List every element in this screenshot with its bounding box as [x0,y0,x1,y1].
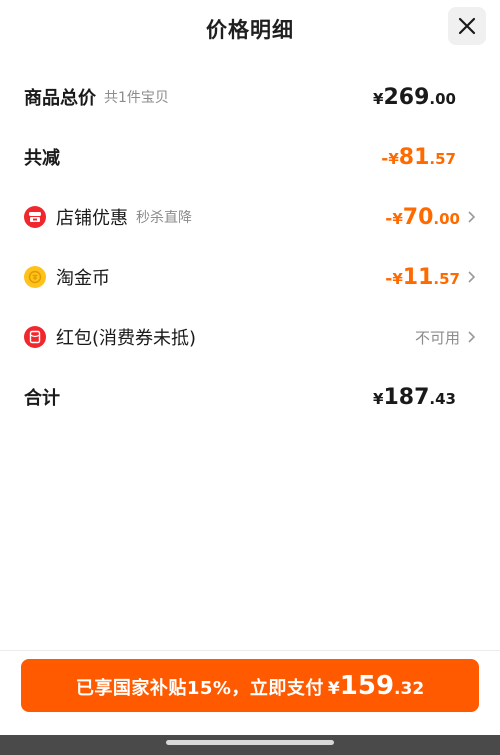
store-discount-label: 店铺优惠 [56,208,128,229]
footer-divider [0,650,500,651]
close-icon [458,17,476,35]
red-packet-status: 不可用 [414,328,460,347]
chevron-right-icon [468,271,476,283]
home-indicator[interactable] [166,740,334,745]
goods-count: 共1件宝贝 [104,90,169,106]
price-detail-sheet: 价格明细 商品总价 共1件宝贝 ¥269.00 共减 -¥81.57 店铺优惠 … [0,0,500,755]
chevron-right-icon [468,211,476,223]
store-discount-row[interactable]: 店铺优惠 秒杀直降 -¥70.00 [24,197,476,237]
goods-total-row: 商品总价 共1件宝贝 ¥269.00 [24,77,476,117]
pay-amount-int: 159 [339,670,395,701]
gold-coin-row[interactable]: 淘金币 -¥11.57 [24,257,476,297]
gold-coin-icon [24,266,46,288]
total-reduction-amount: -¥81.57 [381,144,456,170]
goods-total-label: 商品总价 [24,88,96,109]
system-nav-bar [0,735,500,755]
store-coupon-icon [24,206,46,228]
sum-label: 合计 [24,388,60,409]
chevron-right-icon [468,331,476,343]
gold-coin-amount: -¥11.57 [385,264,460,290]
total-reduction-row: 共减 -¥81.57 [24,137,476,177]
goods-total-amount: ¥269.00 [373,84,456,110]
sum-amount: ¥187.43 [373,384,456,410]
pay-currency: ¥ [327,678,340,699]
sum-row: 合计 ¥187.43 [24,377,476,417]
pay-amount-dec: .32 [394,678,425,699]
store-discount-amount: -¥70.00 [385,204,460,230]
red-packet-row[interactable]: 红包(消费券未抵) 不可用 [24,317,476,357]
pay-now-button[interactable]: 已享国家补贴15%，立即支付 ¥ 159 .32 [21,659,479,712]
red-packet-label: 红包(消费券未抵) [56,328,197,349]
pay-button-text: 已享国家补贴15%，立即支付 [75,677,324,699]
gold-coin-label: 淘金币 [56,268,110,289]
store-discount-sub: 秒杀直降 [136,210,192,226]
total-reduction-label: 共减 [24,148,60,169]
sheet-header: 价格明细 [0,0,500,58]
red-packet-icon [24,326,46,348]
page-title: 价格明细 [206,18,294,42]
close-button[interactable] [448,7,486,45]
